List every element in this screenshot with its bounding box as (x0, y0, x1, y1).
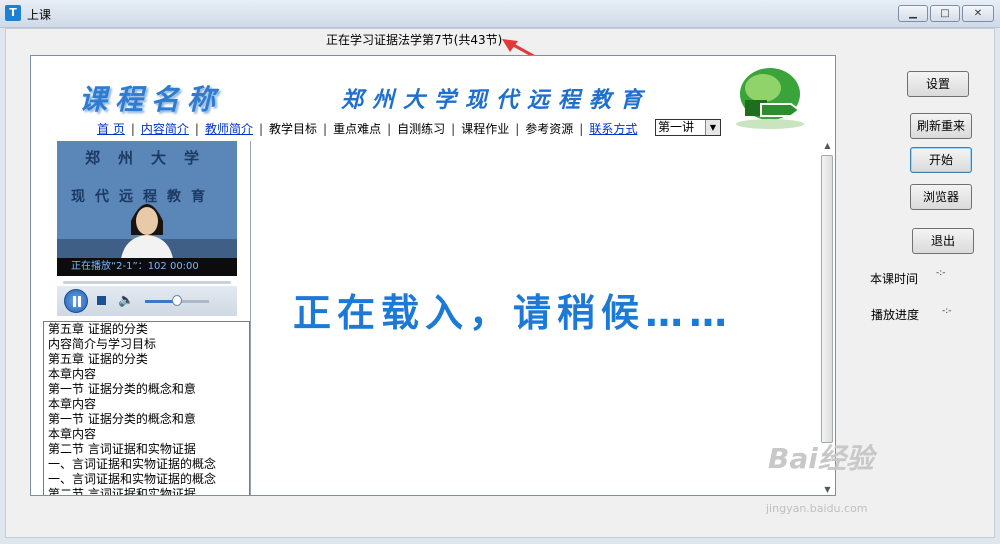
chapter-outline-list[interactable]: 第五章 证据的分类 内容简介与学习目标 第五章 证据的分类 本章内容 第一节 证… (43, 321, 250, 495)
window-title: 上课 (27, 8, 52, 22)
video-overlay-line1: 郑州大学 (85, 149, 218, 167)
seek-bar[interactable] (63, 281, 231, 284)
list-item[interactable]: 本章内容 (44, 367, 249, 382)
course-name-banner: 课程名称 (79, 83, 224, 116)
nav-homework[interactable]: 课程作业 (461, 120, 509, 137)
embedded-browser[interactable]: 课程名称 郑州大学现代远程教育 首 页 | 内容简介 | 教师简介 | 教学目标 | 重点难点 |… (30, 55, 836, 496)
nav-content-intro[interactable]: 内容简介 (141, 120, 189, 137)
nav-references[interactable]: 参考资源 (525, 120, 573, 137)
loading-message: 正在载入，请稍候…… (293, 291, 734, 335)
list-item[interactable]: 第一节 证据分类的概念和意 (44, 382, 249, 397)
school-banner: 郑州大学现代远程教育 (341, 87, 652, 113)
maximize-button[interactable]: □ (930, 5, 960, 22)
list-item[interactable]: 一、言词证据和实物证据的概念 (44, 457, 249, 472)
pane-divider[interactable] (250, 141, 251, 495)
school-logo-icon (736, 68, 804, 129)
chevron-down-icon[interactable]: ▼ (705, 120, 720, 135)
close-button[interactable]: ✕ (962, 5, 994, 22)
refresh-button[interactable]: 刷新重来 (910, 113, 972, 139)
course-nav: 首 页 | 内容简介 | 教师简介 | 教学目标 | 重点难点 | 自测练习 | 课程作业 | 参考资源 | 联… (97, 120, 638, 137)
lecture-select[interactable]: 第一讲 ▼ (655, 119, 721, 136)
lecture-select-value: 第一讲 (658, 120, 695, 134)
baidu-watermark: Bai经验 (768, 442, 874, 475)
list-item[interactable]: 第二节 言词证据和实物证据 (44, 442, 249, 457)
list-item[interactable]: 第一节 证据分类的概念和意 (44, 412, 249, 427)
pause-icon[interactable] (64, 289, 88, 313)
nav-teaching-goals[interactable]: 教学目标 (269, 120, 317, 137)
nav-teacher-intro[interactable]: 教师简介 (205, 120, 253, 137)
nav-contact[interactable]: 联系方式 (589, 120, 637, 137)
volume-slider-knob[interactable] (172, 295, 182, 306)
class-time-value: -:- (936, 268, 946, 278)
list-item[interactable]: 第五章 证据的分类 (44, 352, 249, 367)
start-button[interactable]: 开始 (910, 147, 972, 173)
playback-progress-label: 播放进度 (871, 308, 920, 322)
playback-progress-value: -:- (942, 306, 952, 316)
nav-key-points[interactable]: 重点难点 (333, 120, 381, 137)
video-status-text: 正在播放“2-1”：102 00:00 (57, 258, 237, 276)
browser-button[interactable]: 浏览器 (910, 184, 972, 210)
list-item[interactable]: 本章内容 (44, 427, 249, 442)
presenter-figure (121, 204, 173, 259)
title-bar: T 上课 ▁ □ ✕ (0, 0, 1000, 28)
scroll-up-icon[interactable]: ▲ (819, 139, 835, 153)
minimize-button[interactable]: ▁ (898, 5, 928, 22)
list-item[interactable]: 第五章 证据的分类 (44, 322, 249, 337)
nav-self-test[interactable]: 自测练习 (397, 120, 445, 137)
lesson-status: 正在学习证据法学第7节(共43节) (326, 33, 503, 47)
nav-home[interactable]: 首 页 (97, 120, 125, 137)
class-time-label: 本课时间 (870, 272, 919, 286)
video-player-screen[interactable]: 郑州大学 现代远程教育 正在播放“2-1”：102 00:00 (57, 141, 237, 276)
volume-icon[interactable]: 🔈 (118, 293, 134, 309)
player-controls: 🔈 (57, 286, 237, 316)
app-icon: T (5, 5, 21, 21)
settings-button[interactable]: 设置 (907, 71, 969, 97)
scroll-down-icon[interactable]: ▼ (819, 483, 835, 495)
scroll-thumb[interactable] (821, 155, 833, 443)
list-item[interactable]: 本章内容 (44, 397, 249, 412)
exit-button[interactable]: 退出 (912, 228, 974, 254)
list-item[interactable]: 内容简介与学习目标 (44, 337, 249, 352)
list-item[interactable]: 第二节 言词证据和实物证据 (44, 487, 249, 495)
baidu-watermark-url: jingyan.baidu.com (766, 502, 868, 515)
list-item[interactable]: 一、言词证据和实物证据的概念 (44, 472, 249, 487)
stop-icon[interactable] (97, 296, 106, 305)
